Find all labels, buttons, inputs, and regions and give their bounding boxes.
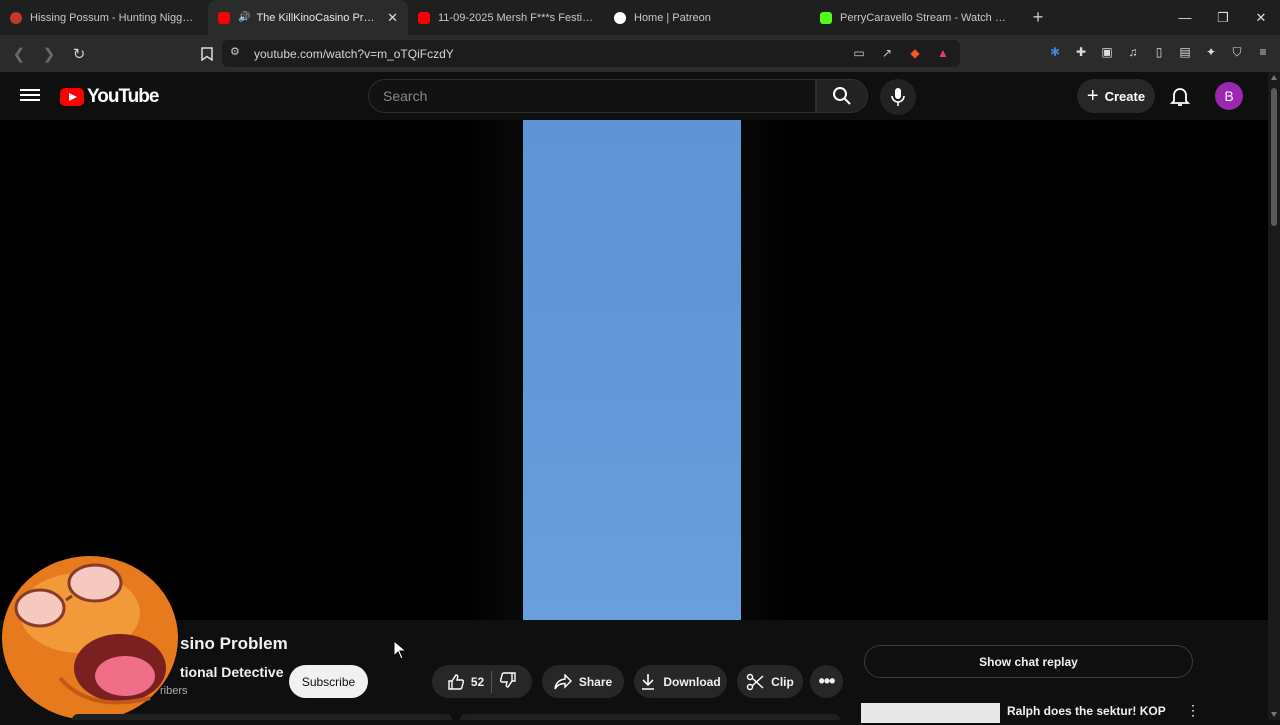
- search-box: [368, 79, 816, 113]
- browser-tab-active[interactable]: 🔊 The KillKinoCasino Problem - ✕: [208, 0, 408, 35]
- voice-search-button[interactable]: [880, 79, 916, 115]
- plus-icon: +: [1086, 84, 1099, 107]
- menu-icon[interactable]: ≡: [1254, 43, 1272, 61]
- channel-name[interactable]: tional Detective: [180, 664, 283, 680]
- window-controls: — ❐ ✕: [1166, 0, 1280, 35]
- address-bar[interactable]: ⚙ youtube.com/watch?v=m_oTQiFczdY ▭ ↗ ◆ …: [222, 40, 960, 67]
- tab-title: The KillKinoCasino Problem -: [256, 11, 379, 24]
- sidebar-icon[interactable]: ▯: [1150, 43, 1168, 61]
- youtube-header: YouTube + Create B: [0, 72, 1268, 120]
- search-icon: [833, 87, 851, 105]
- microphone-icon: [891, 88, 905, 106]
- audio-playing-icon[interactable]: 🔊: [238, 12, 250, 23]
- screenshot-icon[interactable]: ▣: [1098, 43, 1116, 61]
- possum-icon: [10, 11, 22, 24]
- browser-tab[interactable]: PerryCaravello Stream - Watch Live o: [810, 0, 1016, 35]
- more-actions-button[interactable]: •••: [810, 665, 843, 698]
- clip-button[interactable]: Clip: [737, 665, 803, 698]
- description-box-edge: [72, 714, 452, 720]
- comments-box-edge: [460, 714, 840, 720]
- close-tab-icon[interactable]: ✕: [387, 10, 398, 26]
- back-icon[interactable]: ❮: [6, 41, 32, 67]
- dislike-button[interactable]: [499, 671, 517, 692]
- download-button[interactable]: Download: [634, 665, 727, 698]
- emote-overlay: [0, 538, 180, 720]
- tab-title: Home | Patreon: [634, 11, 711, 24]
- kick-icon: [820, 11, 832, 24]
- avatar[interactable]: B: [1215, 82, 1243, 110]
- reload-icon[interactable]: ↻: [66, 41, 92, 67]
- search-button[interactable]: [816, 79, 868, 113]
- extension-blue-icon[interactable]: ✱: [1046, 43, 1064, 61]
- scissors-icon: [746, 673, 764, 690]
- browser-tab-strip: Hissing Possum - Hunting Niggers in 🔊 Th…: [0, 0, 1280, 35]
- like-dislike-group: 52: [432, 665, 532, 698]
- brave-rewards-icon[interactable]: ▲: [934, 44, 952, 62]
- recommended-title[interactable]: Ralph does the sektur! KOP: [1007, 704, 1166, 718]
- like-button[interactable]: 52: [447, 673, 484, 691]
- youtube-logo[interactable]: YouTube: [60, 86, 159, 108]
- tab-title: Hissing Possum - Hunting Niggers in: [30, 11, 198, 24]
- restore-icon[interactable]: ❐: [1204, 0, 1242, 35]
- forward-icon[interactable]: ❯: [36, 41, 62, 67]
- tab-title: 11-09-2025 Mersh F***s Festival - Yo: [438, 11, 594, 24]
- youtube-icon: [218, 11, 230, 24]
- show-chat-replay-button[interactable]: Show chat replay: [864, 645, 1193, 678]
- youtube-play-icon: [60, 88, 84, 106]
- bookmark-icon[interactable]: [194, 41, 220, 67]
- recommended-video[interactable]: Ralph does the sektur! KOP ⋮: [860, 700, 1268, 723]
- hamburger-menu-icon[interactable]: [20, 86, 40, 106]
- search-input[interactable]: [369, 80, 789, 112]
- browser-toolbar: ❮ ❯ ↻ ⚙ youtube.com/watch?v=m_oTQiFczdY …: [0, 35, 1280, 72]
- browser-tab[interactable]: Home | Patreon: [604, 0, 810, 35]
- site-settings-icon[interactable]: ⚙: [230, 45, 240, 58]
- close-window-icon[interactable]: ✕: [1242, 0, 1280, 35]
- share-page-icon[interactable]: ↗: [878, 44, 896, 62]
- subscribe-button[interactable]: Subscribe: [289, 665, 368, 698]
- create-button[interactable]: + Create: [1077, 79, 1155, 113]
- share-button[interactable]: Share: [542, 665, 624, 698]
- more-horizontal-icon: •••: [818, 671, 836, 691]
- extensions-icon[interactable]: ✚: [1072, 43, 1090, 61]
- patreon-icon: [614, 11, 626, 24]
- page-scrollbar[interactable]: [1268, 72, 1280, 720]
- url-text: youtube.com/watch?v=m_oTQiFczdY: [254, 46, 454, 61]
- new-tab-button[interactable]: +: [1024, 4, 1052, 32]
- media-icon[interactable]: ♫: [1124, 43, 1142, 61]
- scroll-up-icon[interactable]: [1271, 75, 1277, 80]
- like-count: 52: [470, 674, 485, 689]
- thumbs-up-icon: [448, 673, 464, 690]
- browser-tab[interactable]: Hissing Possum - Hunting Niggers in: [0, 0, 208, 35]
- vpn-icon[interactable]: ⛉: [1228, 43, 1246, 61]
- browser-tab[interactable]: 11-09-2025 Mersh F***s Festival - Yo: [408, 0, 604, 35]
- cast-icon[interactable]: ▭: [850, 44, 868, 62]
- thumbs-down-icon: [500, 672, 516, 688]
- divider: [491, 670, 493, 693]
- subscriber-count: ribers: [160, 685, 188, 697]
- mouse-cursor-icon: [393, 639, 408, 665]
- brave-shields-icon[interactable]: ◆: [906, 44, 924, 62]
- notifications-bell-icon[interactable]: [1168, 84, 1192, 108]
- recommended-thumbnail[interactable]: [861, 703, 1000, 723]
- share-icon: [554, 673, 572, 689]
- download-icon: [642, 673, 655, 690]
- kebab-menu-icon[interactable]: ⋮: [1186, 702, 1200, 719]
- wallet-icon[interactable]: ▤: [1176, 43, 1194, 61]
- video-player[interactable]: [0, 120, 1268, 620]
- minimize-icon[interactable]: —: [1166, 0, 1204, 35]
- video-title: sino Problem: [180, 634, 288, 653]
- tab-title: PerryCaravello Stream - Watch Live o: [840, 11, 1006, 24]
- scroll-down-icon[interactable]: [1271, 712, 1277, 717]
- youtube-icon: [418, 11, 430, 24]
- leo-ai-icon[interactable]: ✦: [1202, 43, 1220, 61]
- scrollbar-thumb[interactable]: [1271, 88, 1277, 226]
- video-frame: [523, 120, 741, 620]
